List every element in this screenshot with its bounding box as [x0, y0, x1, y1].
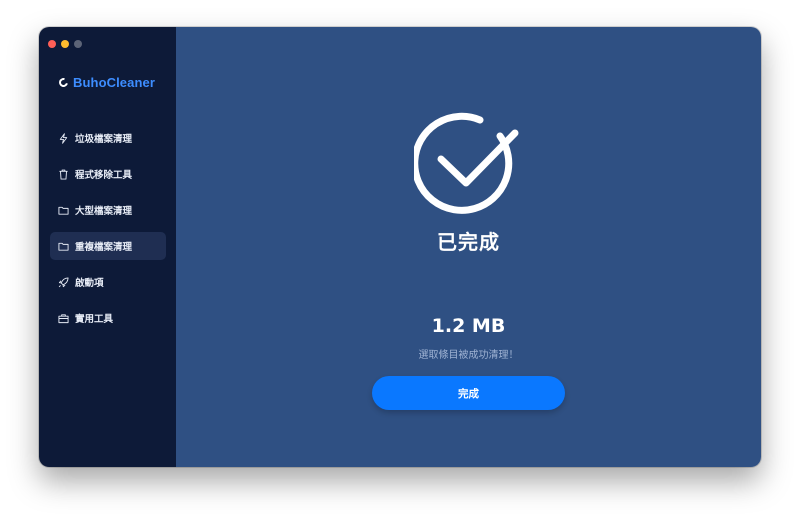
close-window-button[interactable]	[48, 40, 56, 48]
sidebar-nav: 垃圾檔案清理 程式移除工具 大型檔案清理 重複檔案清理 啟動項 實用工具	[50, 124, 166, 340]
app-name: BuhoCleaner	[73, 75, 156, 90]
buho-logo-icon	[57, 76, 70, 89]
minimize-window-button[interactable]	[61, 40, 69, 48]
sidebar-item-label: 重複檔案清理	[75, 242, 133, 253]
trash-icon	[58, 169, 69, 180]
sidebar-item-large-files[interactable]: 大型檔案清理	[50, 196, 166, 224]
sidebar-item-junk-cleaner[interactable]: 垃圾檔案清理	[50, 124, 166, 152]
window-controls	[48, 40, 82, 48]
cleaned-caption: 選取條目被成功清理！	[418, 350, 519, 361]
sidebar: BuhoCleaner 垃圾檔案清理 程式移除工具 大型檔案清理 重複檔案清理 …	[39, 27, 176, 467]
sidebar-item-startup-items[interactable]: 啟動項	[50, 268, 166, 296]
rocket-icon	[58, 276, 69, 288]
toolbox-icon	[58, 313, 69, 324]
sidebar-item-label: 程式移除工具	[75, 170, 133, 181]
folder-icon	[58, 241, 69, 252]
sidebar-item-label: 啟動項	[75, 278, 104, 289]
checkmark-icon	[411, 108, 523, 216]
sidebar-item-toolkit[interactable]: 實用工具	[50, 304, 166, 332]
zoom-window-button[interactable]	[74, 40, 82, 48]
folder-icon	[58, 205, 69, 216]
app-window: BuhoCleaner 垃圾檔案清理 程式移除工具 大型檔案清理 重複檔案清理 …	[39, 27, 761, 467]
lightning-icon	[58, 132, 69, 144]
sidebar-item-label: 實用工具	[75, 314, 114, 325]
brand: BuhoCleaner	[57, 75, 156, 90]
sidebar-item-label: 垃圾檔案清理	[75, 134, 133, 145]
completion-title: 已完成	[437, 230, 500, 254]
sidebar-item-label: 大型檔案清理	[75, 206, 133, 217]
sidebar-item-app-uninstaller[interactable]: 程式移除工具	[50, 160, 166, 188]
cleaned-size: 1.2 MB	[431, 315, 506, 337]
done-button[interactable]: 完成	[372, 376, 565, 410]
sidebar-item-duplicate-files[interactable]: 重複檔案清理	[50, 232, 166, 260]
main-panel: 已完成 1.2 MB 選取條目被成功清理！ 完成	[176, 27, 761, 467]
